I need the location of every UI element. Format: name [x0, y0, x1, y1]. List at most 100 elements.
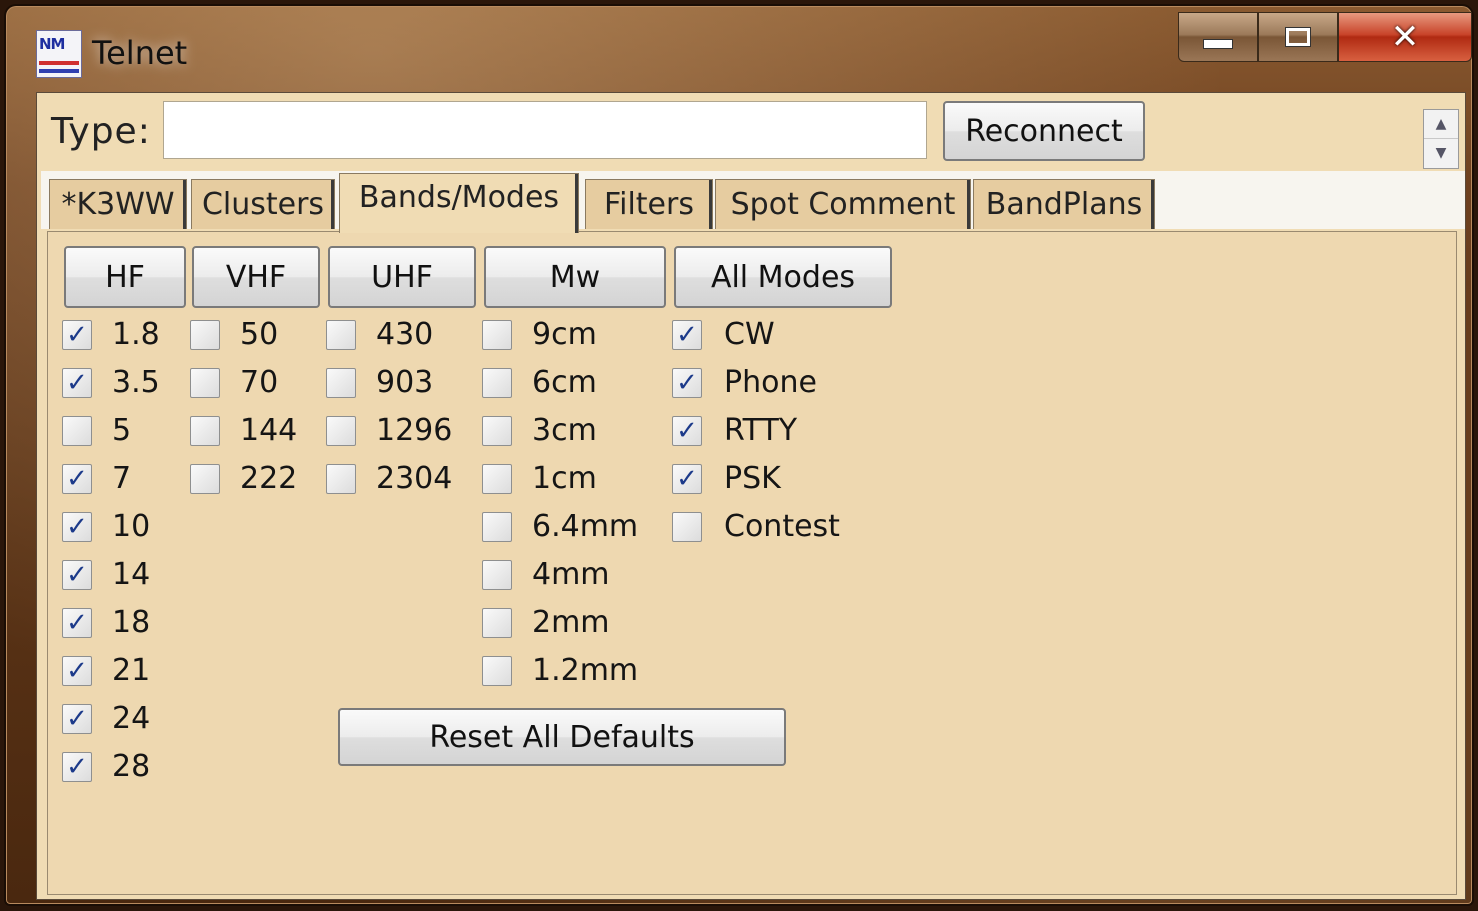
checkbox-label: 3cm [532, 413, 597, 448]
checkbox-hf-3[interactable]: ✓ [62, 464, 92, 494]
checkbox-vhf-0[interactable] [190, 320, 220, 350]
checkmark-icon: ✓ [676, 320, 698, 350]
checkbox-mw-4[interactable] [482, 512, 512, 542]
checkbox-modes-4[interactable] [672, 512, 702, 542]
type-input[interactable] [163, 101, 927, 159]
checkmark-icon: ✓ [66, 320, 88, 350]
checkbox-hf-0[interactable]: ✓ [62, 320, 92, 350]
checkbox-label: 1cm [532, 461, 597, 496]
checkbox-label: 6.4mm [532, 509, 639, 544]
type-label: Type: [51, 111, 151, 152]
checkmark-icon: ✓ [676, 416, 698, 446]
checkmark-icon: ✓ [66, 368, 88, 398]
checkbox-hf-2[interactable] [62, 416, 92, 446]
checkbox-label: 4mm [532, 557, 610, 592]
checkbox-mw-5[interactable] [482, 560, 512, 590]
checkbox-mw-1[interactable] [482, 368, 512, 398]
checkbox-label: 7 [112, 461, 132, 496]
telnet-window: NM Telnet ✕ Type: Reconnect ▲ ▼ *K3WW Cl… [6, 6, 1472, 904]
checkbox-label: 903 [376, 365, 434, 400]
tab-bands-modes[interactable]: Bands/Modes [339, 173, 579, 233]
tab-clusters[interactable]: Clusters [191, 179, 335, 229]
checkbox-modes-2[interactable]: ✓ [672, 416, 702, 446]
checkbox-hf-4[interactable]: ✓ [62, 512, 92, 542]
bands-modes-panel: HF VHF UHF Mw All Modes ✓ 1.8 ✓ 3.5 5 ✓ 7 ✓ 10 ✓ 1… [47, 231, 1457, 895]
checkmark-icon: ✓ [66, 512, 88, 542]
checkbox-modes-3[interactable]: ✓ [672, 464, 702, 494]
checkbox-label: 28 [112, 749, 151, 784]
checkbox-label: Contest [724, 509, 840, 544]
checkbox-label: PSK [724, 461, 781, 496]
scroll-down-icon[interactable]: ▼ [1424, 138, 1458, 167]
checkbox-label: Phone [724, 365, 817, 400]
checkbox-mw-6[interactable] [482, 608, 512, 638]
maximize-button[interactable] [1258, 12, 1338, 62]
checkbox-mw-2[interactable] [482, 416, 512, 446]
reset-all-defaults-button[interactable]: Reset All Defaults [338, 708, 786, 766]
checkbox-hf-9[interactable]: ✓ [62, 752, 92, 782]
checkbox-label: 6cm [532, 365, 597, 400]
mw-button[interactable]: Mw [484, 246, 666, 308]
tab-filters[interactable]: Filters [585, 179, 713, 229]
close-icon: ✕ [1390, 17, 1420, 57]
minimize-icon [1203, 39, 1233, 49]
checkbox-label: 50 [240, 317, 279, 352]
close-button[interactable]: ✕ [1338, 12, 1472, 62]
checkbox-label: 1.8 [112, 317, 160, 352]
window-controls: ✕ [1178, 12, 1472, 68]
checkbox-label: 1296 [376, 413, 453, 448]
checkmark-icon: ✓ [66, 752, 88, 782]
checkbox-uhf-3[interactable] [326, 464, 356, 494]
checkbox-vhf-2[interactable] [190, 416, 220, 446]
tab-k3ww[interactable]: *K3WW [49, 179, 187, 229]
checkbox-hf-8[interactable]: ✓ [62, 704, 92, 734]
checkbox-label: 2mm [532, 605, 610, 640]
checkbox-label: 14 [112, 557, 151, 592]
checkbox-label: RTTY [724, 413, 798, 448]
checkmark-icon: ✓ [66, 704, 88, 734]
checkmark-icon: ✓ [66, 656, 88, 686]
checkbox-label: 1.2mm [532, 653, 639, 688]
vhf-button[interactable]: VHF [192, 246, 320, 308]
checkbox-modes-1[interactable]: ✓ [672, 368, 702, 398]
reconnect-button[interactable]: Reconnect [943, 101, 1145, 161]
client-area: Type: Reconnect ▲ ▼ *K3WW Clusters Bands… [36, 92, 1466, 900]
checkbox-hf-1[interactable]: ✓ [62, 368, 92, 398]
checkbox-mw-3[interactable] [482, 464, 512, 494]
all-modes-button[interactable]: All Modes [674, 246, 892, 308]
checkbox-label: 24 [112, 701, 151, 736]
checkbox-uhf-1[interactable] [326, 368, 356, 398]
checkbox-hf-5[interactable]: ✓ [62, 560, 92, 590]
checkbox-label: 9cm [532, 317, 597, 352]
minimize-button[interactable] [1178, 12, 1258, 62]
checkbox-label: CW [724, 317, 775, 352]
checkmark-icon: ✓ [66, 464, 88, 494]
uhf-button[interactable]: UHF [328, 246, 476, 308]
app-logo-icon: NM [36, 30, 82, 78]
spin-scroller[interactable]: ▲ ▼ [1423, 109, 1459, 169]
checkbox-label: 2304 [376, 461, 453, 496]
checkbox-label: 18 [112, 605, 151, 640]
checkbox-label: 3.5 [112, 365, 160, 400]
scroll-up-icon[interactable]: ▲ [1424, 110, 1458, 138]
checkbox-mw-7[interactable] [482, 656, 512, 686]
tab-spot-comment[interactable]: Spot Comment [715, 179, 971, 229]
checkmark-icon: ✓ [66, 560, 88, 590]
checkbox-vhf-1[interactable] [190, 368, 220, 398]
window-title: Telnet [92, 34, 188, 72]
checkbox-modes-0[interactable]: ✓ [672, 320, 702, 350]
checkmark-icon: ✓ [676, 368, 698, 398]
checkbox-vhf-3[interactable] [190, 464, 220, 494]
checkbox-mw-0[interactable] [482, 320, 512, 350]
hf-button[interactable]: HF [64, 246, 186, 308]
checkbox-uhf-2[interactable] [326, 416, 356, 446]
checkbox-label: 21 [112, 653, 151, 688]
checkbox-hf-6[interactable]: ✓ [62, 608, 92, 638]
maximize-icon [1285, 27, 1311, 47]
checkbox-uhf-0[interactable] [326, 320, 356, 350]
checkbox-label: 10 [112, 509, 151, 544]
tab-bandplans[interactable]: BandPlans [973, 179, 1155, 229]
checkbox-label: 144 [240, 413, 298, 448]
checkbox-hf-7[interactable]: ✓ [62, 656, 92, 686]
checkmark-icon: ✓ [676, 464, 698, 494]
